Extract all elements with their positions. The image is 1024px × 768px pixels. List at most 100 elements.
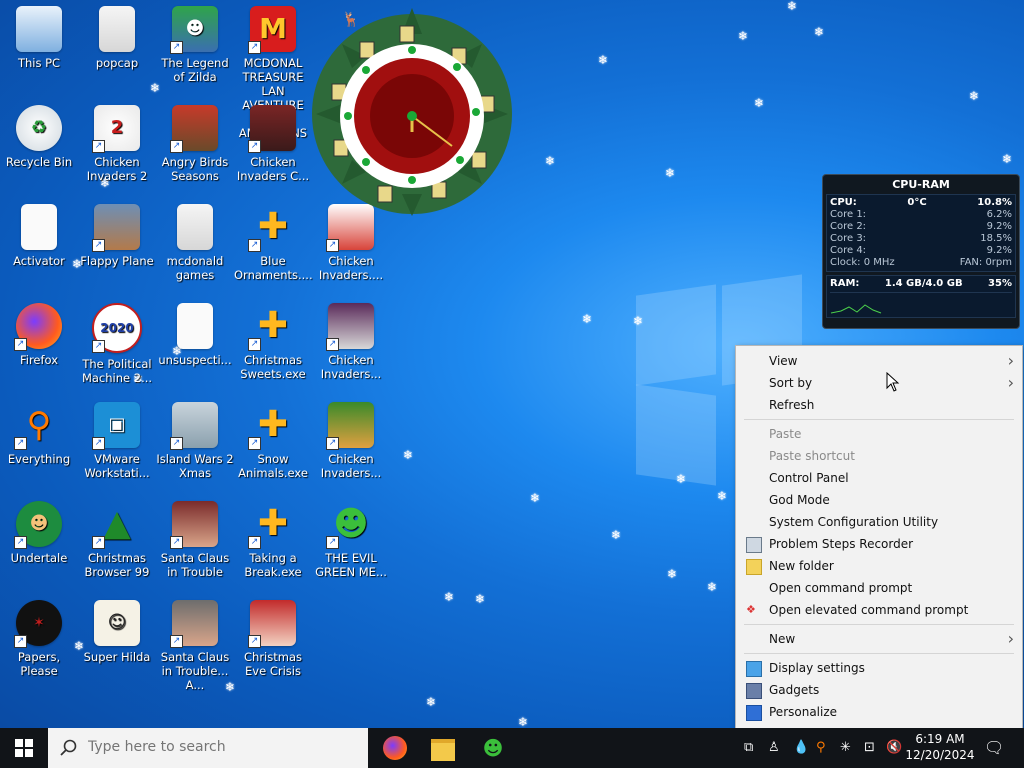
desktop-icon-firefox[interactable]: ↗ Firefox [0, 297, 78, 367]
desktop-icon-undertale[interactable]: ☻ ↗ Undertale [0, 495, 78, 565]
menu-item-gadgets[interactable]: Gadgets [736, 679, 1022, 701]
puzzle-icon: ✚ ↗ [248, 501, 296, 549]
cpu-label: CPU: [830, 197, 857, 208]
menu-item-view[interactable]: View › [736, 350, 1022, 372]
desktop-icon-christmas-eve-crisis[interactable]: ↗ Christmas Eve Crisis [234, 594, 312, 678]
snowflake-icon: ❄ [545, 154, 556, 168]
desktop-icon-label: Activator [13, 254, 65, 268]
desktop-icon-santa-claus-trouble-a[interactable]: ↗ Santa Claus in Trouble... A... [156, 594, 234, 692]
desktop-icon-label: unsuspecti... [158, 353, 232, 367]
desktop-icon-flappy-plane[interactable]: ↗ Flappy Plane [78, 198, 156, 268]
menu-item-refresh[interactable]: Refresh [736, 394, 1022, 416]
desktop-icon-vmware[interactable]: ▣ ↗ VMware Workstati... [78, 396, 156, 480]
desktop-icon-activator[interactable]: Activator [0, 198, 78, 268]
personalize-icon [746, 705, 762, 721]
snowflake-icon: ❄ [530, 491, 541, 505]
document-icon [177, 303, 213, 349]
menu-item-label: View [769, 354, 798, 368]
desktop-icon-blue-ornaments[interactable]: ✚ ↗ Blue Ornaments.... [234, 198, 313, 283]
desktop-icon-everything[interactable]: ⚲ ↗ Everything [0, 396, 78, 466]
menu-item-god-mode[interactable]: God Mode [736, 489, 1022, 511]
christmas-clock-gadget[interactable]: 🦌 [312, 4, 520, 218]
taskbar-search-box[interactable] [48, 728, 368, 768]
menu-item-paste[interactable]: Paste [736, 423, 1022, 445]
menu-item-system-configuration[interactable]: System Configuration Utility [736, 511, 1022, 533]
recycle-bin-icon: ♻ [16, 105, 62, 151]
snowflake-icon: ❄ [754, 96, 765, 110]
snowflake-tray-icon[interactable]: ✳ [840, 740, 851, 755]
desktop-icon-christmas-sweets[interactable]: ✚ ↗ Christmas Sweets.exe [234, 297, 312, 382]
firefox-icon [383, 736, 407, 760]
desktop-icon-chicken-invaders-2[interactable]: 2 ↗ Chicken Invaders 2 [78, 99, 156, 183]
menu-separator [744, 419, 1014, 420]
desktop-icon-legend-of-zilda[interactable]: ☻ ↗ The Legend of Zilda [156, 0, 234, 84]
desktop-icon-christmas-browser[interactable]: ▲ ↗ Christmas Browser 99 [78, 495, 156, 580]
desktop-icon-snow-animals[interactable]: ✚ ↗ Snow Animals.exe [234, 396, 312, 481]
desktop-icon-papers-please[interactable]: ✶ ↗ Papers, Please [0, 594, 78, 678]
menu-item-label: Problem Steps Recorder [769, 537, 914, 551]
desktop-icon-recycle-bin[interactable]: ♻ Recycle Bin [0, 99, 78, 169]
desktop-icon-evil-green-me[interactable]: ☻ ↗ THE EVIL GREEN ME... [312, 495, 390, 579]
desktop-icon-island-wars[interactable]: ↗ Island Wars 2 Xmas [156, 396, 234, 480]
menu-item-paste-shortcut[interactable]: Paste shortcut [736, 445, 1022, 467]
snowflake-icon: ❄ [717, 489, 728, 503]
document-icon [21, 204, 57, 250]
desktop-icon-chicken-invaders-d[interactable]: ↗ Chicken Invaders... [312, 396, 390, 480]
snowflake-icon: ❄ [518, 715, 529, 729]
desktop-icon-santa-claus-trouble[interactable]: ↗ Santa Claus in Trouble [156, 495, 234, 579]
menu-item-control-panel[interactable]: Control Panel [736, 467, 1022, 489]
desktop-icon-super-hilda[interactable]: ☺ Super Hilda [78, 594, 156, 664]
desktop-icon-popcap[interactable]: popcap [78, 0, 156, 70]
computer-icon [16, 6, 62, 52]
desktop-icon-label: Santa Claus in Trouble... A... [160, 650, 230, 692]
character-icon: ☻ ↗ [170, 6, 218, 54]
menu-item-open-elevated-command-prompt[interactable]: ❖ Open elevated command prompt [736, 599, 1022, 621]
ram-graph [830, 292, 1012, 315]
search-icon [60, 739, 77, 756]
menu-item-new-folder[interactable]: New folder [736, 555, 1022, 577]
desktop-icon-label: Angry Birds Seasons [161, 155, 229, 183]
game-icon: ↗ [170, 402, 218, 450]
desktop-icon-label: Chicken Invaders... [320, 353, 382, 381]
menu-item-display-settings[interactable]: Display settings [736, 657, 1022, 679]
drop-icon[interactable]: 💧 [793, 740, 809, 755]
desktop-icon-mcdonald-games[interactable]: mcdonald games [156, 198, 234, 282]
desktop-icon-angry-birds[interactable]: ↗ Angry Birds Seasons [156, 99, 234, 183]
desktop-icon-taking-a-break[interactable]: ✚ ↗ Taking a Break.exe [234, 495, 312, 580]
menu-item-problem-steps-recorder[interactable]: Problem Steps Recorder [736, 533, 1022, 555]
search-input[interactable] [86, 738, 360, 756]
taskbar-clock[interactable]: 6:19 AM 12/20/2024 [900, 731, 980, 763]
desktop-icon-unsuspecti[interactable]: unsuspecti... [156, 297, 234, 367]
puzzle-icon: ✚ ↗ [248, 204, 296, 252]
menu-item-new[interactable]: New › [736, 628, 1022, 650]
messenger-icon: ☻ [482, 736, 504, 760]
angry-bird-icon: ↗ [170, 105, 218, 153]
chicken-icon: ↗ [248, 105, 296, 153]
action-center-icon[interactable]: 🗨 [984, 738, 1004, 757]
gadgets-icon [746, 683, 762, 699]
taskbar-messenger[interactable]: ☻ [479, 734, 507, 762]
taskbar-firefox[interactable] [381, 734, 409, 762]
cpu-ram-gadget[interactable]: CPU-RAM CPU: 0°C 10.8% Core 1: 6.2% Core … [822, 174, 1020, 329]
core-percent: 9.2% [986, 221, 1012, 232]
desktop-icon-chicken-invaders-b[interactable]: ↗ Chicken Invaders... [312, 297, 390, 381]
task-view-icon[interactable]: ⧉ [744, 740, 753, 755]
desktop-icon-label: Island Wars 2 Xmas [156, 452, 234, 480]
menu-item-label: Display settings [769, 661, 865, 675]
everything-tray-icon[interactable]: ⚲ [816, 740, 826, 755]
snowflake-icon: ❄ [665, 166, 676, 180]
menu-item-sort-by[interactable]: Sort by › [736, 372, 1022, 394]
core-label: Core 2: [830, 221, 867, 232]
desktop-icon-this-pc[interactable]: This PC [0, 0, 78, 70]
desktop-icon-political-machine[interactable]: 2020 ↗ The Political Machine 2... [78, 297, 156, 385]
desktop-icon-chicken-invaders-c[interactable]: ↗ Chicken Invaders C... [234, 99, 312, 183]
network-users-icon[interactable]: ♙ [768, 740, 780, 755]
desktop-icon-label: Blue Ornaments.... [234, 254, 313, 282]
start-button[interactable] [0, 728, 48, 768]
snowflake-icon: ❄ [633, 314, 644, 328]
taskbar-file-explorer[interactable] [429, 734, 457, 762]
network-icon[interactable]: ⊡ [864, 740, 875, 755]
menu-item-open-command-prompt[interactable]: Open command prompt [736, 577, 1022, 599]
desktop-icon-label: Christmas Browser 99 [84, 551, 150, 579]
menu-item-personalize[interactable]: Personalize [736, 701, 1022, 723]
